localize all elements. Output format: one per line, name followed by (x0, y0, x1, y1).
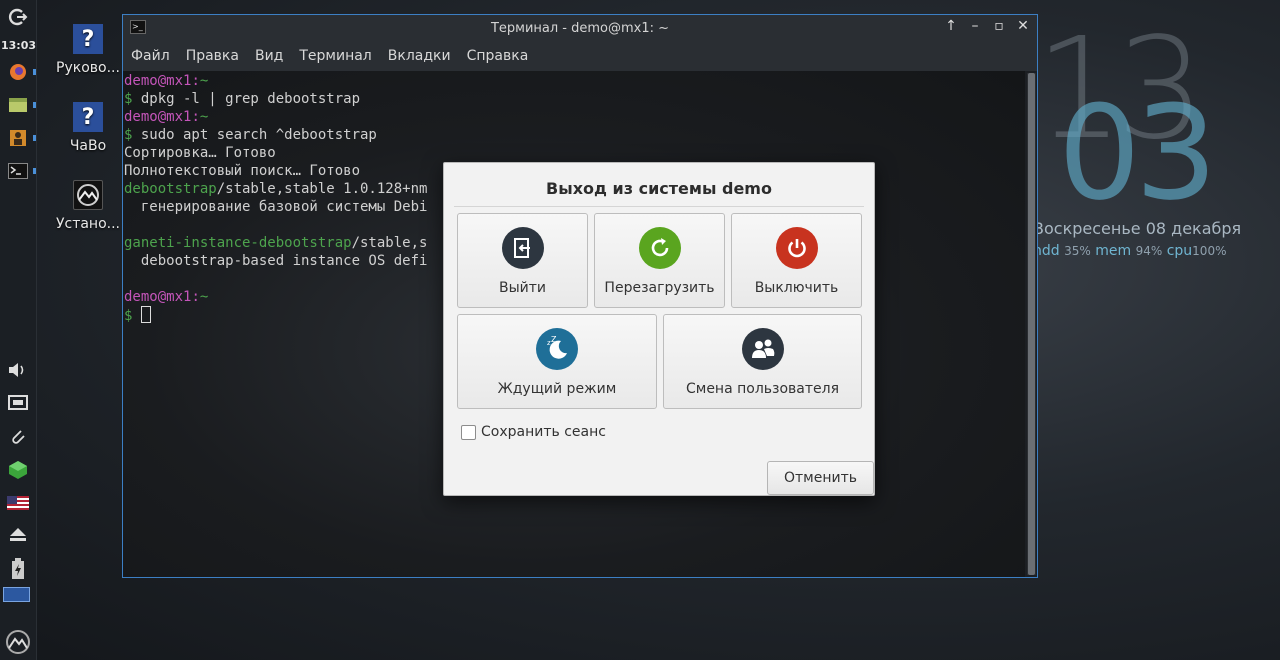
save-session-label[interactable]: Сохранить сеанс (481, 424, 606, 440)
network-icon[interactable] (4, 390, 32, 416)
logout-menu-icon[interactable] (4, 4, 32, 30)
shutdown-label: Выключить (754, 280, 839, 296)
switch-user-icon (741, 328, 784, 370)
running-indicator (33, 135, 36, 141)
logout-label: Выйти (498, 280, 546, 296)
user-manual-icon[interactable] (4, 125, 32, 151)
conky-stats: hdd 35% mem 94% cpu100% (1033, 243, 1226, 259)
clipboard-icon[interactable] (4, 424, 32, 450)
text-cursor (140, 306, 151, 323)
file-manager-icon[interactable] (4, 92, 32, 118)
suspend-button[interactable]: zZ Ждущий режим (457, 314, 657, 409)
switch-user-button[interactable]: Смена пользователя (663, 314, 862, 409)
menu-view[interactable]: Вид (255, 48, 283, 64)
help-icon: ? (73, 24, 103, 54)
mx-logo-icon[interactable] (4, 629, 32, 655)
dialog-separator (454, 206, 864, 207)
close-icon[interactable]: ✕ (1015, 18, 1031, 34)
cpu-value: 100% (1192, 244, 1227, 258)
minimize-icon[interactable]: – (967, 18, 983, 34)
terminal-menubar: Файл Правка Вид Терминал Вкладки Справка (123, 41, 1037, 71)
updater-icon[interactable] (4, 457, 32, 483)
output-line: Сортировка… Готово (124, 145, 276, 161)
battery-icon[interactable] (4, 556, 32, 582)
firefox-icon[interactable] (4, 59, 32, 85)
menu-edit[interactable]: Правка (186, 48, 239, 64)
menu-terminal[interactable]: Терминал (299, 48, 371, 64)
keep-above-icon[interactable]: ↑ (943, 18, 959, 34)
restart-button[interactable]: Перезагрузить (594, 213, 725, 308)
cancel-button[interactable]: Отменить (767, 461, 874, 495)
save-session-checkbox[interactable] (461, 425, 476, 440)
mem-value: 94% (1135, 244, 1163, 258)
window-title: Терминал - demo@mx1: ~ (490, 20, 670, 36)
panel-clock[interactable]: 13:03 (0, 39, 37, 52)
terminal-titlebar[interactable]: >_ Терминал - demo@mx1: ~ ↑ – ▫ ✕ (123, 15, 1037, 41)
running-indicator (33, 168, 36, 174)
keyboard-layout-flag-icon[interactable] (4, 490, 32, 516)
running-indicator (33, 69, 36, 75)
terminal-launcher-icon[interactable] (4, 158, 32, 184)
prompt-line: demo@mx1:~ (124, 109, 209, 125)
restart-label: Перезагрузить (604, 280, 715, 296)
volume-icon[interactable] (4, 357, 32, 383)
running-indicator (33, 102, 36, 108)
scrollbar-thumb[interactable] (1028, 73, 1035, 575)
maximize-icon[interactable]: ▫ (991, 18, 1007, 34)
svg-text:Z: Z (551, 335, 557, 344)
menu-help[interactable]: Справка (467, 48, 529, 64)
left-panel: 13:03 (0, 0, 37, 660)
workspace-switcher[interactable] (3, 587, 30, 602)
suspend-icon: zZ (536, 328, 578, 370)
command-line: $ dpkg -l | grep debootstrap (124, 91, 361, 107)
conky-date: Воскресенье 08 декабря (1033, 219, 1242, 238)
terminal-scrollbar[interactable] (1027, 73, 1036, 575)
mem-label: mem (1095, 243, 1132, 259)
logout-button[interactable]: Выйти (457, 213, 588, 308)
menu-file[interactable]: Файл (131, 48, 170, 64)
shutdown-button[interactable]: Выключить (731, 213, 862, 308)
suspend-label: Ждущий режим (497, 381, 617, 397)
prompt-line: demo@mx1:~ (124, 73, 209, 89)
installer-icon (73, 180, 103, 210)
restart-icon (638, 227, 681, 269)
hdd-value: 35% (1064, 244, 1091, 258)
logout-dialog: Выход из системы demo Выйти Перезагрузит… (443, 162, 875, 496)
terminal-icon: >_ (130, 20, 146, 34)
logout-icon (501, 227, 544, 269)
command-line: $ sudo apt search ^debootstrap (124, 127, 377, 143)
menu-tabs[interactable]: Вкладки (388, 48, 451, 64)
conky-minute: 03 (1058, 77, 1217, 229)
power-icon (775, 227, 818, 269)
eject-icon[interactable] (4, 521, 32, 547)
help-icon: ? (73, 102, 103, 132)
cpu-label: cpu (1166, 243, 1193, 259)
dialog-title: Выход из системы demo (546, 179, 772, 198)
switch-user-label: Смена пользователя (685, 381, 840, 397)
